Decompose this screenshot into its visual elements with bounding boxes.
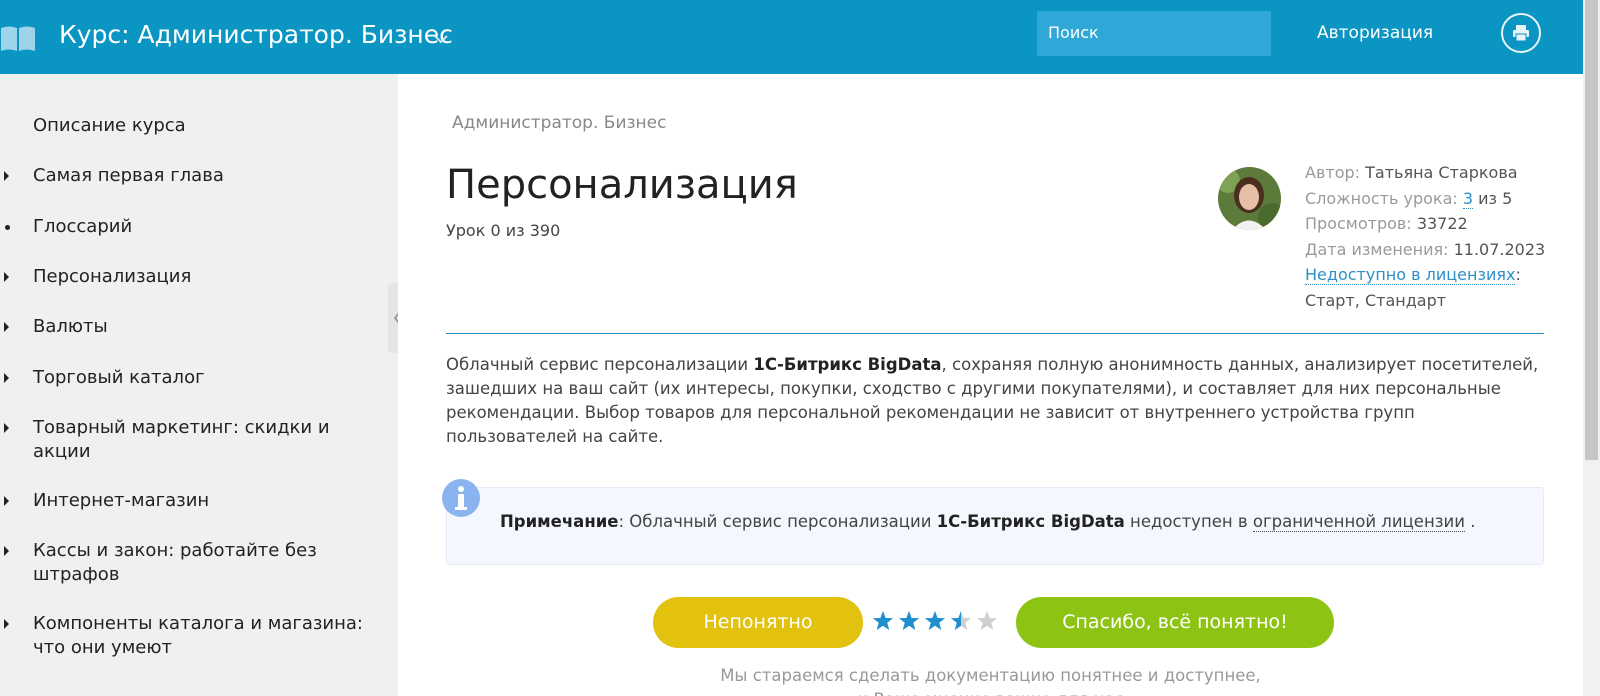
note-text: Примечание: Облачный сервис персонализац… (500, 512, 1476, 532)
lesson-number: Урок 0 из 390 (446, 221, 561, 240)
info-icon (441, 478, 481, 518)
author-row: Автор: Татьяна Старкова (1305, 160, 1545, 186)
thanks-button[interactable]: Спасибо, всё понятно! (1016, 597, 1334, 648)
sidebar-item-label: Кассы и закон: работайте без штрафов (33, 540, 317, 585)
rating-stars[interactable] (872, 610, 1002, 634)
difficulty-row: Сложность урока: 3 из 5 (1305, 186, 1545, 212)
expand-arrow-icon[interactable] (4, 546, 9, 556)
page-scrollbar[interactable] (1583, 0, 1600, 696)
modified-row: Дата изменения: 11.07.2023 (1305, 237, 1545, 263)
feedback-note: Мы стараемся сделать документацию понятн… (398, 664, 1583, 696)
expand-arrow-icon[interactable] (4, 272, 9, 282)
expand-arrow-icon[interactable] (4, 423, 9, 433)
lesson-meta: Автор: Татьяна Старкова Сложность урока:… (1305, 160, 1545, 313)
note-text-part: недоступен в (1124, 512, 1253, 531)
title-divider (446, 333, 1544, 334)
chevron-down-icon[interactable] (433, 31, 449, 45)
modified-label: Дата изменения: (1305, 239, 1449, 259)
star-icon[interactable] (976, 610, 998, 632)
breadcrumb[interactable]: Администратор. Бизнес (452, 113, 666, 133)
sidebar-item-label: Описание курса (33, 115, 186, 136)
expand-arrow-icon[interactable] (4, 322, 9, 332)
course-title[interactable]: Курс: Администратор. Бизнес (59, 20, 453, 49)
licenses-list-row: Старт, Стандарт (1305, 288, 1545, 314)
licenses-list: Старт, Стандарт (1305, 290, 1447, 310)
author-avatar (1218, 167, 1281, 230)
body-bold-text: 1С-Битрикс BigData (753, 355, 942, 374)
star-icon[interactable] (924, 610, 946, 632)
print-button[interactable] (1501, 13, 1541, 53)
note-box: Примечание: Облачный сервис персонализац… (446, 487, 1544, 565)
login-link[interactable]: Авторизация (1317, 23, 1433, 43)
expand-arrow-icon[interactable] (4, 496, 9, 506)
sidebar-item-label: Товарный маркетинг: скидки и акции (33, 417, 330, 462)
scrollbar-thumb[interactable] (1585, 0, 1598, 460)
sidebar-item-label: Валюты (33, 316, 108, 337)
views-row: Просмотров: 33722 (1305, 211, 1545, 237)
licenses-row: Недоступно в лицензиях: (1305, 265, 1521, 285)
lesson-body: Облачный сервис персонализации 1С-Битрик… (446, 353, 1546, 449)
unclear-button[interactable]: Непонятно (653, 597, 863, 648)
note-text-part: : Облачный сервис персонализации (618, 512, 937, 531)
licenses-link[interactable]: Недоступно в лицензиях (1305, 265, 1516, 285)
sidebar-item-label: Глоссарий (33, 216, 133, 237)
note-text-part: . (1464, 512, 1476, 531)
note-bold-text: 1С-Битрикс BigData (936, 512, 1125, 531)
expand-arrow-icon[interactable] (4, 171, 9, 181)
main-content: Администратор. Бизнес Персонализация Уро… (398, 74, 1583, 696)
sidebar: Описание курса Самая первая глава Глосса… (0, 74, 398, 696)
limited-license-link[interactable]: ограниченной лицензии (1252, 512, 1465, 532)
expand-arrow-icon[interactable] (4, 619, 9, 629)
difficulty-label: Сложность урока: (1305, 188, 1458, 208)
sidebar-item-label: Интернет-магазин (33, 490, 210, 511)
expand-arrow-icon[interactable] (4, 373, 9, 383)
star-icon[interactable] (898, 610, 920, 632)
printer-icon (1513, 25, 1529, 42)
feedback-note-line: и Ваше мнение важно для нас (398, 688, 1583, 696)
search-placeholder: Поиск (1048, 23, 1099, 42)
page-title: Персонализация (446, 162, 798, 208)
views-count: 33722 (1416, 214, 1468, 233)
feedback-note-line: Мы стараемся сделать документацию понятн… (720, 666, 1261, 685)
difficulty-value[interactable]: 3 (1462, 188, 1474, 209)
sidebar-item-label: Персонализация (33, 266, 192, 287)
modified-date: 11.07.2023 (1453, 239, 1546, 259)
sidebar-item-label: Торговый каталог (33, 367, 205, 388)
bullet-icon (5, 225, 10, 230)
sidebar-item-label: Компоненты каталога и магазина: что они … (33, 613, 363, 658)
star-icon[interactable] (950, 610, 972, 632)
sidebar-item-label: Самая первая глава (33, 165, 224, 186)
search-input[interactable]: Поиск (1037, 11, 1271, 56)
author-name: Татьяна Старкова (1365, 163, 1518, 182)
note-label: Примечание (500, 512, 619, 531)
author-label: Автор: (1305, 163, 1361, 182)
top-header: Курс: Администратор. Бизнес Поиск Автори… (0, 0, 1583, 74)
views-label: Просмотров: (1305, 214, 1412, 233)
difficulty-suffix: из 5 (1478, 188, 1513, 208)
book-icon[interactable] (0, 25, 36, 52)
body-text-part: Облачный сервис персонализации (446, 355, 754, 374)
star-icon[interactable] (872, 610, 894, 632)
